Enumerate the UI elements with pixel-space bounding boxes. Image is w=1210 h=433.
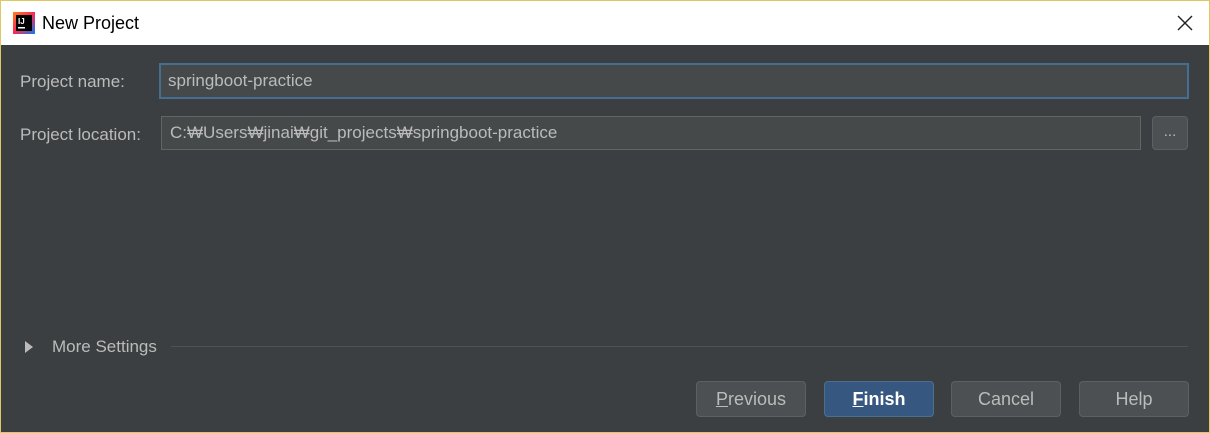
window-title: New Project <box>42 13 140 33</box>
finish-label: inish <box>863 389 906 409</box>
more-settings-toggle[interactable]: More Settings <box>25 336 157 358</box>
more-settings-label: More Settings <box>52 337 157 356</box>
project-name-label: Project name: <box>20 72 125 91</box>
previous-button[interactable]: Previous <box>696 381 806 417</box>
finish-mnemonic: F <box>852 389 864 409</box>
project-name-input[interactable]: springboot-practice <box>159 63 1189 99</box>
project-location-input[interactable]: C:₩Users₩jinai₩git_projects₩springboot-p… <box>161 116 1141 150</box>
divider <box>171 346 1188 347</box>
previous-label: revious <box>727 389 787 409</box>
expand-arrow-icon <box>25 341 33 353</box>
previous-mnemonic: P <box>715 389 728 409</box>
browse-button[interactable]: ... <box>1152 116 1188 150</box>
help-button[interactable]: Help <box>1079 381 1189 417</box>
project-location-label: Project location: <box>20 125 141 144</box>
intellij-idea-icon: IJ <box>13 12 35 34</box>
cancel-button[interactable]: Cancel <box>951 381 1061 417</box>
title-bar[interactable]: IJ New Project <box>1 1 1209 45</box>
new-project-dialog: IJ New Project Project name: springboot-… <box>0 0 1210 433</box>
close-icon[interactable] <box>1175 13 1195 33</box>
svg-text:IJ: IJ <box>18 17 25 26</box>
finish-button[interactable]: Finish <box>824 381 934 417</box>
